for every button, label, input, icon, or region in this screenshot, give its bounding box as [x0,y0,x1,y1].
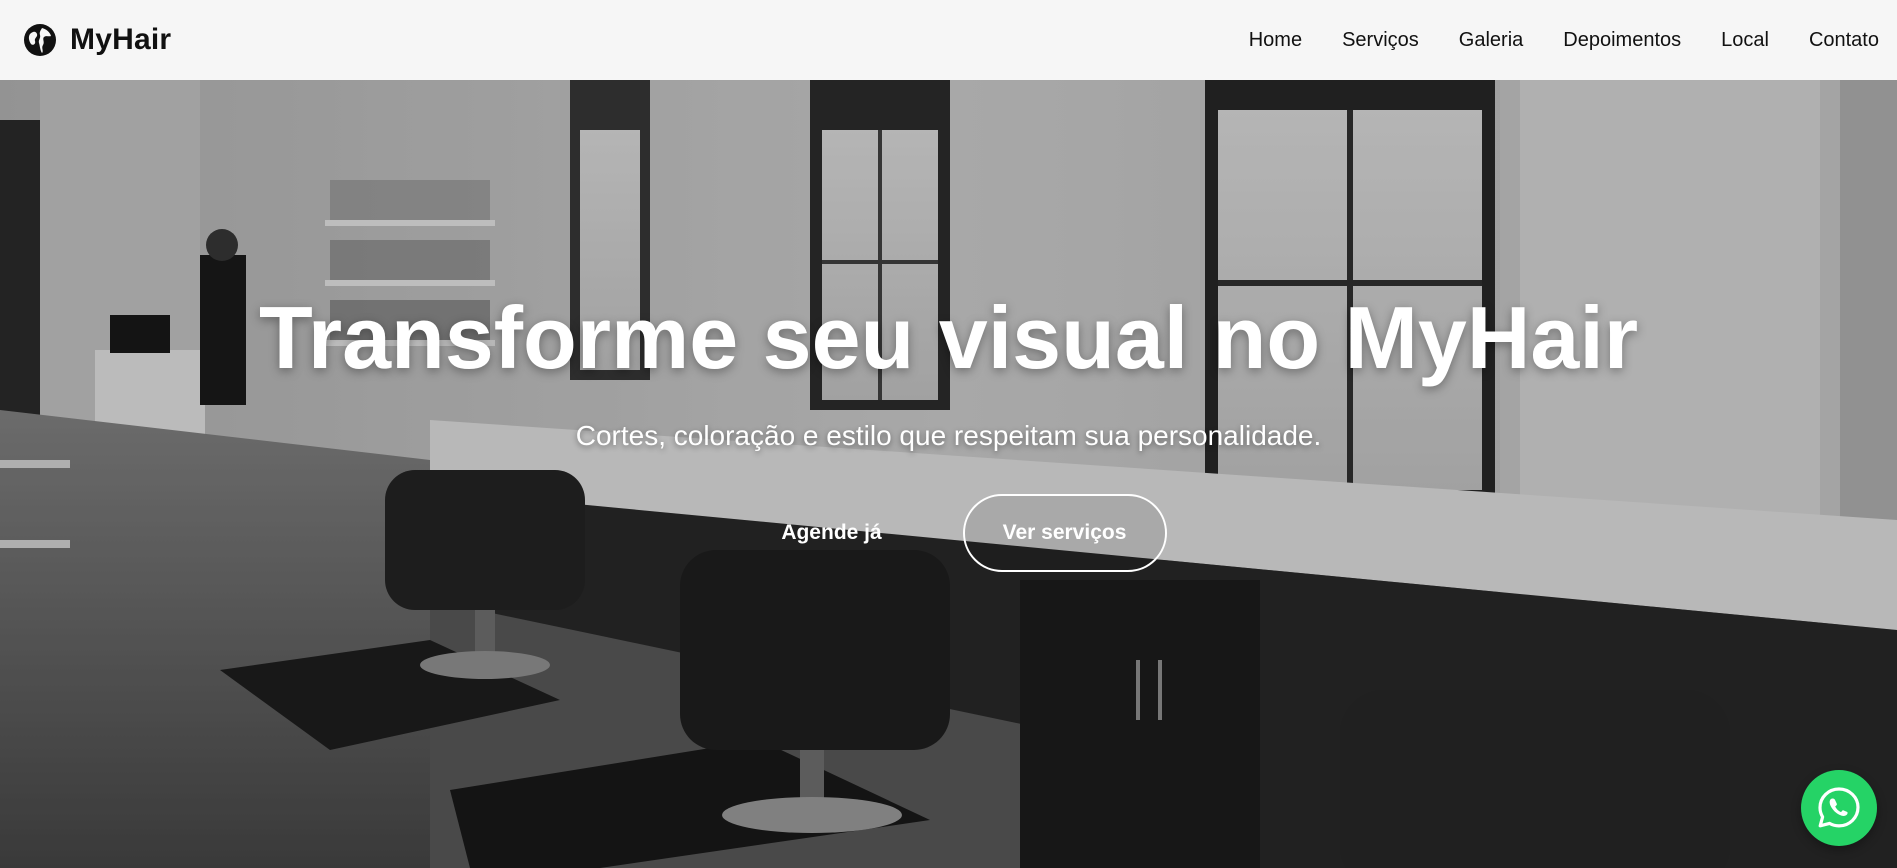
hero-actions: Agende já Ver serviços [0,494,1897,572]
navbar: MyHair Home Serviços Galeria Depoimentos… [0,0,1897,80]
nav-link-galeria[interactable]: Galeria [1459,29,1523,52]
schedule-button[interactable]: Agende já [731,494,933,572]
nav-link-contato[interactable]: Contato [1809,29,1879,52]
nav-link-home[interactable]: Home [1249,29,1302,52]
nav-link-servicos[interactable]: Serviços [1342,29,1419,52]
main-nav: Home Serviços Galeria Depoimentos Local … [1249,29,1879,52]
whatsapp-icon [1818,787,1860,828]
brand-name: MyHair [70,23,172,56]
hero-section: Transforme seu visual no MyHair Cortes, … [0,80,1897,868]
brand[interactable]: MyHair [22,22,171,58]
hero-content: Transforme seu visual no MyHair Cortes, … [0,80,1897,868]
globe-icon [24,24,56,56]
nav-link-local[interactable]: Local [1721,29,1769,52]
whatsapp-button[interactable] [1801,770,1877,846]
hero-subtitle: Cortes, coloração e estilo que respeitam… [575,420,1322,451]
hero-title: Transforme seu visual no MyHair [258,288,1639,387]
view-services-button[interactable]: Ver serviços [962,494,1167,572]
nav-link-depoimentos[interactable]: Depoimentos [1563,29,1681,52]
